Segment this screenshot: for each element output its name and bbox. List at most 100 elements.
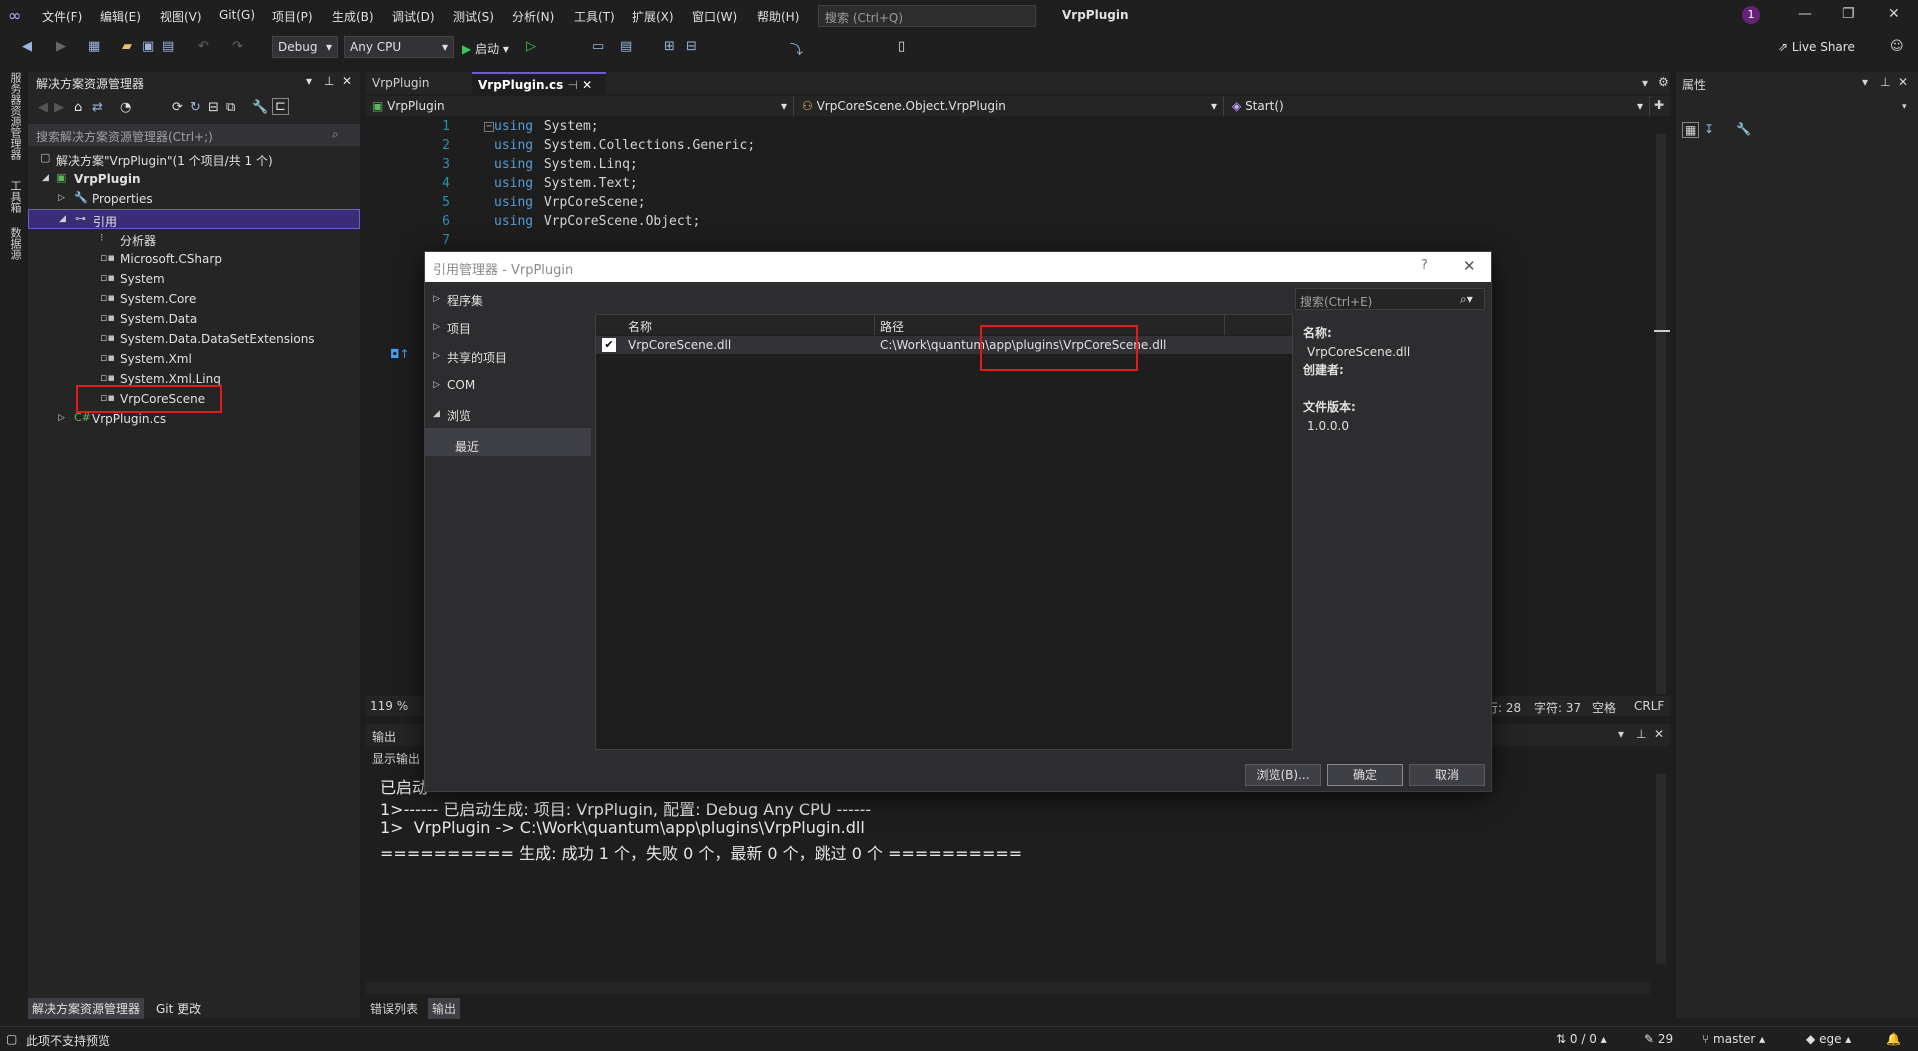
code-line[interactable]: 2 using System.Collections.Generic; xyxy=(366,138,766,157)
close-tab-icon[interactable]: ✕ xyxy=(582,78,592,92)
pin-icon[interactable]: ⊣ xyxy=(568,78,578,92)
column-path-header[interactable]: 路径 xyxy=(880,318,904,335)
member-dropdown[interactable]: ◈ Start() ▾ xyxy=(1226,96,1650,116)
minimize-icon[interactable]: — xyxy=(1798,6,1812,22)
tree-ref-item[interactable]: ▫▪ System.Data xyxy=(28,309,360,329)
gear-icon[interactable]: ⚙ xyxy=(1658,75,1669,89)
dialog-search-input[interactable]: 搜索(Ctrl+E) ⌕▾ xyxy=(1295,288,1485,310)
tab-vrpplugin-project[interactable]: VrpPlugin xyxy=(366,72,470,94)
menu-window[interactable]: 窗口(W) xyxy=(692,8,737,25)
notification-badge[interactable]: 1 xyxy=(1742,6,1760,24)
categorized-icon[interactable]: ▦ xyxy=(1682,122,1700,138)
live-share-button[interactable]: ⇗ Live Share xyxy=(1778,40,1855,54)
tree-properties[interactable]: ▷ 🔧 Properties xyxy=(28,189,360,209)
properties-icon[interactable]: 🔧 xyxy=(252,100,268,115)
sync-icon[interactable]: ⟳ xyxy=(172,100,183,115)
configuration-dropdown[interactable]: Debug ▾ xyxy=(272,36,338,58)
notifications-bell-icon[interactable]: 🔔 xyxy=(1886,1032,1901,1046)
help-button[interactable]: ? xyxy=(1421,258,1428,273)
output-scrollbar[interactable] xyxy=(1656,774,1666,964)
open-icon[interactable]: ▰ xyxy=(122,39,132,54)
platform-dropdown[interactable]: Any CPU ▾ xyxy=(344,36,454,58)
menu-project[interactable]: 项目(P) xyxy=(272,8,313,25)
menu-extensions[interactable]: 扩展(X) xyxy=(632,8,674,25)
whitespace-indicator[interactable]: 空格 xyxy=(1592,699,1616,716)
tree-ref-item[interactable]: ▫▪ System.Xml xyxy=(28,349,360,369)
include-checkbox[interactable]: ✔ xyxy=(602,338,616,352)
repo-selector[interactable]: ◆ ege ▴ xyxy=(1806,1032,1851,1046)
code-line[interactable]: 6 using VrpCoreScene.Object; xyxy=(366,214,766,233)
menu-build[interactable]: 生成(B) xyxy=(332,8,374,25)
code-line[interactable]: 3 using System.Linq; xyxy=(366,157,766,176)
close-icon[interactable]: ✕ xyxy=(1654,727,1664,741)
server-explorer-tab[interactable]: 服务器资源管理器 xyxy=(7,72,23,160)
branch-selector[interactable]: ⑂ master ▴ xyxy=(1702,1032,1765,1046)
switch-view-icon[interactable]: ⇄ xyxy=(92,100,103,115)
tab-vrpplugin-cs[interactable]: VrpPlugin.cs ⊣ ✕ xyxy=(472,72,606,94)
start-button[interactable]: ▶ 启动 ▾ xyxy=(462,40,509,57)
back-icon[interactable]: ◀ xyxy=(22,39,32,54)
tree-file[interactable]: ▷ C# VrpPlugin.cs xyxy=(28,409,360,429)
chevron-down-icon[interactable]: ▾ xyxy=(1902,102,1907,112)
cancel-button[interactable]: 取消 xyxy=(1409,764,1485,786)
code-line[interactable]: 7 xyxy=(366,233,766,252)
pending-changes-icon[interactable]: ◔ xyxy=(120,100,131,115)
menu-test[interactable]: 测试(S) xyxy=(453,8,494,25)
code-line[interactable]: 4 using System.Text; xyxy=(366,176,766,195)
undo-icon[interactable]: ↶ xyxy=(198,39,209,54)
redo-icon[interactable]: ↷ xyxy=(232,39,243,54)
zoom-level[interactable]: 119 % xyxy=(370,699,408,713)
tree-ref-item[interactable]: ▫▪ System xyxy=(28,269,360,289)
output-horizontal-scrollbar[interactable] xyxy=(366,982,1650,994)
toolbox-tab[interactable]: 工具箱 xyxy=(7,180,23,213)
diagram2-icon[interactable]: ⊟ xyxy=(686,39,697,54)
collapse-outline-icon[interactable]: − xyxy=(484,122,494,132)
collapse-arrow-icon[interactable]: ▷ xyxy=(58,413,65,423)
vertical-scrollbar[interactable] xyxy=(1656,134,1666,694)
property-pages-icon[interactable]: 🔧 xyxy=(1736,122,1751,136)
back-icon[interactable]: ◀ xyxy=(38,100,48,115)
edit-count[interactable]: ✎ 29 xyxy=(1644,1032,1673,1046)
code-lens-icon[interactable]: ◘↑ xyxy=(390,347,410,361)
solution-search-input[interactable]: 搜索解决方案资源管理器(Ctrl+;) ⌕ xyxy=(28,124,360,146)
save-all-icon[interactable]: ▤ xyxy=(162,39,174,54)
tree-ref-item[interactable]: ▫▪ System.Data.DataSetExtensions xyxy=(28,329,360,349)
menu-help[interactable]: 帮助(H) xyxy=(757,8,799,25)
column-name-header[interactable]: 名称 xyxy=(628,318,652,335)
menu-edit[interactable]: 编辑(E) xyxy=(100,8,141,25)
feedback-icon[interactable]: ☺ xyxy=(1890,39,1904,54)
close-icon[interactable]: ✕ xyxy=(1888,6,1900,22)
refresh-icon[interactable]: ↻ xyxy=(190,100,201,115)
collapse-arrow-icon[interactable]: ▷ xyxy=(58,193,65,203)
menu-analyze[interactable]: 分析(N) xyxy=(512,8,554,25)
ok-button[interactable]: 确定 xyxy=(1327,764,1403,786)
new-project-icon[interactable]: ▦ xyxy=(88,39,100,54)
tree-ref-item[interactable]: ▫▪ Microsoft.CSharp xyxy=(28,249,360,269)
close-icon[interactable]: ✕ xyxy=(342,74,352,88)
pin-icon[interactable]: ⊥ xyxy=(1636,727,1646,741)
tab-solution-explorer[interactable]: 解决方案资源管理器 xyxy=(28,998,145,1019)
type-dropdown[interactable]: ⚇ VrpCoreScene.Object.VrpPlugin ▾ xyxy=(796,96,1224,116)
tab-error-list[interactable]: 错误列表 xyxy=(370,1000,418,1017)
alphabetical-icon[interactable]: ↧ xyxy=(1704,122,1714,136)
expand-arrow-icon[interactable]: ◢ xyxy=(59,214,66,224)
chevron-down-icon[interactable]: ▾ xyxy=(1862,75,1868,89)
column-separator[interactable] xyxy=(874,315,875,335)
tab-output[interactable]: 输出 xyxy=(428,998,461,1019)
table-row[interactable]: ✔ VrpCoreScene.dll C:\Work\quantum\app\p… xyxy=(596,336,1292,354)
save-icon[interactable]: ▣ xyxy=(142,39,154,54)
forward-icon[interactable]: ▶ xyxy=(56,39,66,54)
menu-debug[interactable]: 调试(D) xyxy=(392,8,435,25)
data-sources-tab[interactable]: 数据源 xyxy=(7,227,23,260)
forward-icon[interactable]: ▶ xyxy=(54,100,64,115)
menu-file[interactable]: 文件(F) xyxy=(42,8,82,25)
show-all-files-icon[interactable]: ⧉ xyxy=(226,100,235,115)
pin-icon[interactable]: ⊥ xyxy=(324,74,334,88)
layout-icon[interactable]: ▤ xyxy=(620,39,632,54)
bookmark-icon[interactable]: ▯ xyxy=(898,39,905,54)
tree-solution[interactable]: ▢ 解决方案"VrpPlugin"(1 个项目/共 1 个) xyxy=(28,149,360,169)
expand-arrow-icon[interactable]: ◢ xyxy=(42,173,49,183)
code-line[interactable]: 1− using System; xyxy=(366,119,666,138)
close-icon[interactable]: ✕ xyxy=(1898,75,1908,89)
tree-ref-item[interactable]: ⁝ 分析器 xyxy=(28,229,360,249)
